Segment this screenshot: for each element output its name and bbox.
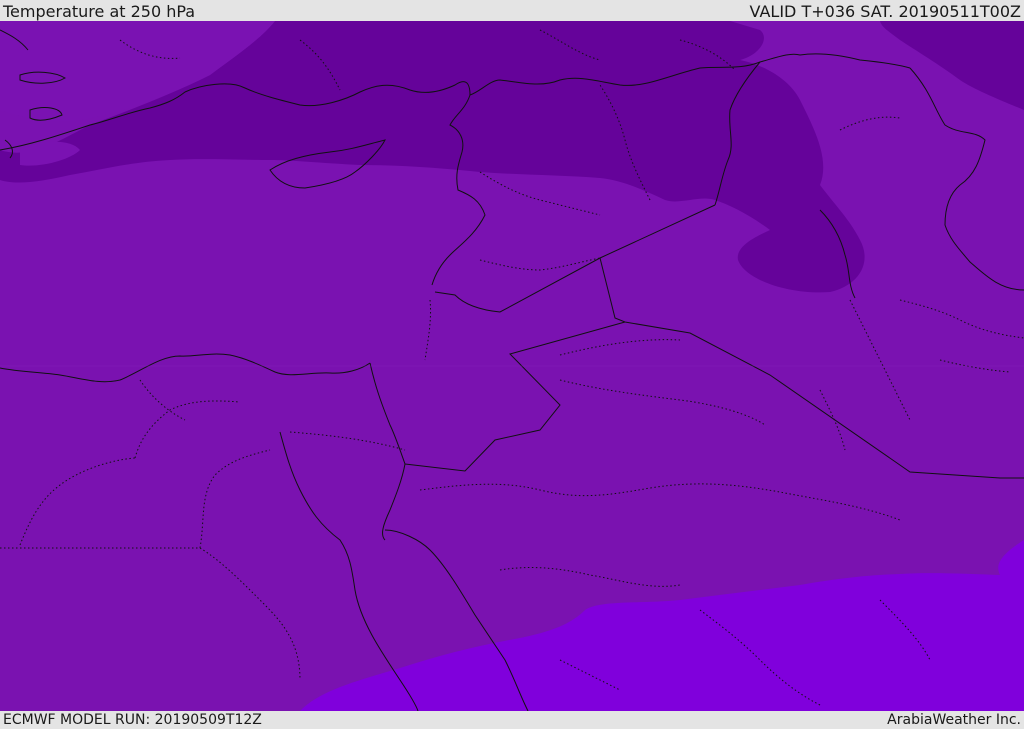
map-title: Temperature at 250 hPa xyxy=(3,2,196,21)
model-run-label: ECMWF MODEL RUN: 20190509T12Z xyxy=(3,712,262,728)
credit-label: ArabiaWeather Inc. xyxy=(887,712,1021,728)
header-bar: Temperature at 250 hPa VALID T+036 SAT. … xyxy=(0,0,1024,21)
footer-bar: ECMWF MODEL RUN: 20190509T12Z ArabiaWeat… xyxy=(0,711,1024,729)
temperature-map[interactable] xyxy=(0,21,1024,711)
valid-time-label: VALID T+036 SAT. 20190511T00Z xyxy=(749,2,1021,21)
